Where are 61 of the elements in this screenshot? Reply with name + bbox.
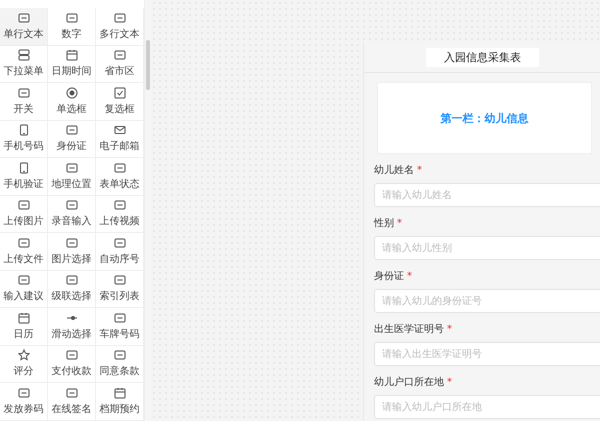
palette-item[interactable]: 发放券码 — [0, 383, 48, 420]
palette-item[interactable]: 滑动选择 — [48, 308, 96, 346]
palette-item[interactable]: 上传视频 — [96, 196, 144, 233]
calendar-icon — [114, 386, 126, 399]
palette-item[interactable]: 开关 — [0, 83, 48, 120]
input-field[interactable]: 请输入幼儿姓名 — [374, 183, 600, 207]
palette-item[interactable]: 单选框 — [48, 83, 96, 120]
palette-item[interactable]: 表单状态 — [96, 158, 144, 196]
palette-item[interactable]: 级联选择 — [48, 270, 96, 308]
palette-item[interactable]: 下拉菜单 — [0, 46, 48, 83]
field-label: 性别 — [374, 216, 394, 230]
radio-icon — [66, 86, 78, 99]
palette-item[interactable]: 录音输入 — [48, 196, 96, 233]
palette-item[interactable]: 日历 — [0, 308, 48, 346]
input-field[interactable]: 请输入出生医学证明号 — [374, 342, 600, 366]
palette-item[interactable]: 复选框 — [96, 83, 144, 120]
palette-item[interactable]: 在线签名 — [48, 383, 96, 420]
palette-item[interactable]: 输入建议 — [0, 270, 48, 308]
palette-item[interactable]: 手机验证 — [0, 158, 48, 196]
required-mark: * — [447, 324, 452, 334]
palette-item[interactable]: 数字 — [48, 8, 96, 46]
palette-item[interactable]: 图片选择 — [48, 233, 96, 270]
input-field[interactable]: 请输入幼儿的身份证号 — [374, 289, 600, 313]
required-mark: * — [447, 376, 452, 388]
input-field[interactable]: 请输入幼儿性别 — [374, 236, 600, 260]
required-mark: * — [417, 164, 422, 176]
palette-item[interactable]: 省市区 — [96, 46, 144, 83]
form-title: 入园信息采集表 — [426, 48, 539, 66]
palette-item[interactable]: 索引列表 — [96, 270, 144, 308]
palette-item[interactable]: 上传文件 — [0, 233, 48, 270]
palette-item[interactable]: 日期时间 — [48, 46, 96, 83]
field-label: 幼儿姓名 — [374, 164, 414, 177]
palette-item[interactable]: 车牌号码 — [96, 308, 144, 346]
calendar-icon — [18, 312, 30, 324]
star-icon — [18, 349, 30, 362]
palette-item[interactable]: 同意条款 — [96, 346, 144, 383]
checkbox-icon — [114, 86, 126, 99]
palette-item[interactable]: 上传图片 — [0, 196, 48, 233]
palette-item[interactable]: 手机号码 — [0, 120, 48, 158]
required-mark: * — [397, 218, 402, 228]
palette-item[interactable]: 评分 — [0, 346, 48, 383]
palette-item[interactable]: 电子邮箱 — [96, 120, 144, 158]
phone-icon — [18, 162, 30, 174]
phone-icon — [18, 124, 30, 136]
palette-item[interactable]: 地理位置 — [48, 158, 96, 196]
palette-item[interactable]: 多行文本 — [96, 8, 144, 46]
field-label: 身份证 — [374, 270, 404, 283]
field-icon — [18, 12, 30, 24]
envelope-icon — [114, 124, 126, 136]
field-label: 出生医学证明号 — [374, 322, 444, 336]
palette-item[interactable]: 档期预约 — [96, 383, 144, 420]
palette-item[interactable]: 支付收款 — [48, 346, 96, 383]
field-label: 幼儿户口所在地 — [374, 376, 444, 389]
input-field[interactable]: 请输入幼儿户口所在地 — [374, 395, 600, 419]
calendar-icon — [66, 49, 78, 62]
palette-item[interactable]: 自动序号 — [96, 233, 144, 270]
palette-item[interactable]: 单行文本 — [0, 8, 48, 46]
palette-item[interactable]: 身份证 — [48, 120, 96, 158]
dropdown-icon — [18, 49, 30, 62]
section-header: 第一栏：幼儿信息 — [377, 82, 592, 154]
required-mark: * — [407, 270, 412, 282]
